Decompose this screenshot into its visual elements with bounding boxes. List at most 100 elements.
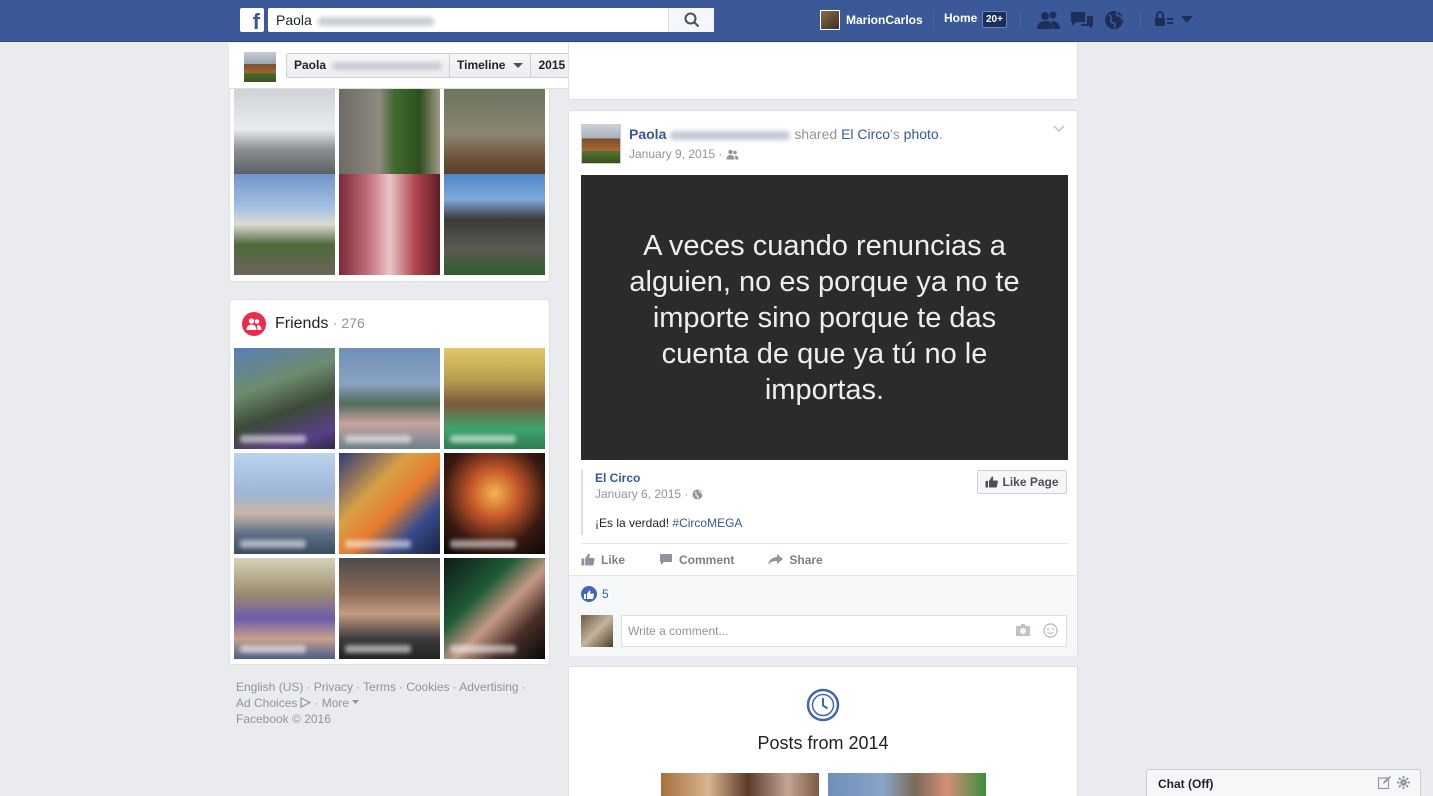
year-photo-thumbnail[interactable] — [661, 773, 819, 796]
footer-link-ad-choices[interactable]: Ad Choices — [236, 696, 297, 710]
privacy-shortcuts-icon[interactable] — [1154, 10, 1174, 30]
hashtag-link[interactable]: #CircoMEGA — [672, 516, 742, 530]
comment-icon — [660, 554, 673, 565]
comment-button[interactable]: Comment — [659, 553, 734, 567]
breadcrumb-year-label: 2015 — [538, 58, 566, 72]
chat-sidebar-bar[interactable]: Chat (Off) — [1146, 769, 1421, 796]
home-notification-badge: 20+ — [982, 11, 1007, 28]
comment-input-tools — [1015, 623, 1058, 638]
shared-post-date[interactable]: January 6, 2015 — [595, 487, 681, 501]
like-page-label: Like Page — [1002, 475, 1059, 489]
footer-link-privacy[interactable]: Privacy — [314, 680, 353, 694]
divider — [1020, 12, 1021, 28]
year-photo-thumbnail[interactable] — [828, 773, 986, 796]
shared-date-row: January 6, 2015 · — [595, 487, 703, 501]
shared-page-link[interactable]: El Circo — [595, 471, 640, 485]
shared-photo-quote-text: A veces cuando renuncias a alguien, no e… — [629, 229, 1020, 406]
chat-tools — [1378, 776, 1410, 789]
friends-count: · 276 — [332, 315, 365, 331]
friend-name-blurred — [345, 540, 411, 548]
footer-link-more[interactable]: More — [322, 696, 349, 710]
friend-name-blurred — [450, 435, 516, 443]
friend-name-blurred — [450, 540, 516, 548]
post-timestamp[interactable]: January 9, 2015 — [629, 147, 715, 161]
profile-link[interactable]: MarionCarlos — [820, 9, 923, 31]
photo-thumbnail[interactable] — [444, 174, 545, 275]
friend-requests-icon[interactable] — [1037, 10, 1061, 30]
comment-input[interactable]: Write a comment... — [621, 615, 1067, 647]
search-input-value: Paola — [276, 12, 312, 28]
thumbs-up-icon — [985, 476, 999, 488]
friends-title-text: Friends — [275, 315, 329, 332]
search-button[interactable] — [668, 8, 714, 32]
clock-icon — [806, 688, 840, 722]
post-photo-link[interactable]: photo — [904, 126, 939, 142]
compose-icon[interactable] — [1378, 776, 1391, 789]
friend-tile[interactable] — [444, 453, 545, 554]
breadcrumb-blurred-surname — [332, 61, 443, 70]
photo-thumbnail[interactable] — [339, 174, 440, 275]
footer-link-cookies[interactable]: Cookies — [406, 680, 449, 694]
search-blurred-text — [317, 16, 434, 26]
like-button[interactable]: Like — [581, 553, 625, 567]
thumbs-up-icon — [581, 553, 595, 566]
friend-tile[interactable] — [444, 348, 545, 449]
chat-status-label: Chat (Off) — [1158, 777, 1214, 791]
post-options-chevron-icon[interactable] — [1053, 125, 1065, 133]
friends-audience-icon[interactable] — [726, 149, 739, 160]
share-arrow-icon — [768, 553, 784, 565]
divider — [1140, 12, 1141, 28]
page-footer: English (US) · Privacy · Terms · Cookies · A… — [236, 679, 536, 727]
gear-icon[interactable] — [1397, 776, 1410, 789]
footer-link-language[interactable]: English (US) — [236, 680, 303, 694]
avatar[interactable] — [581, 124, 621, 164]
breadcrumb-timeline-dropdown[interactable]: Timeline — [450, 54, 532, 77]
friend-tile[interactable] — [339, 453, 440, 554]
share-button[interactable]: Share — [768, 553, 823, 567]
friends-card: Friends · 276 — [229, 299, 550, 665]
friend-name-blurred — [240, 645, 306, 653]
profile-thumbnail[interactable] — [244, 52, 276, 82]
search-input[interactable]: Paola — [268, 8, 714, 32]
breadcrumb-profile-name[interactable]: Paola — [287, 54, 451, 77]
shared-caption-text: ¡Es la verdad! — [595, 516, 670, 530]
friend-tile[interactable] — [234, 453, 335, 554]
profile-name: MarionCarlos — [846, 13, 923, 27]
photo-thumbnail[interactable] — [234, 174, 335, 275]
friends-icon — [242, 312, 266, 336]
friend-name-blurred — [240, 435, 306, 443]
facebook-logo-icon[interactable]: f — [240, 8, 264, 32]
like-count[interactable]: 5 — [581, 586, 609, 602]
messages-icon[interactable] — [1070, 10, 1094, 30]
breadcrumb-name-text: Paola — [294, 58, 327, 72]
year-section-title: Posts from 2014 — [757, 733, 889, 753]
friend-tile[interactable] — [339, 348, 440, 449]
home-link[interactable]: Home — [944, 11, 977, 25]
post-timestamp-row: January 9, 2015 · — [629, 147, 739, 161]
notifications-globe-icon[interactable] — [1104, 10, 1124, 30]
friend-tile[interactable] — [339, 558, 440, 659]
footer-link-terms[interactable]: Terms — [363, 680, 396, 694]
comment-button-label: Comment — [679, 552, 735, 567]
post-shared-page-link[interactable]: El Circo — [841, 126, 890, 142]
like-page-button[interactable]: Like Page — [977, 470, 1067, 494]
friends-heading[interactable]: Friends · 276 — [275, 315, 365, 333]
account-menu-caret-icon[interactable] — [1181, 16, 1193, 24]
post-author-link[interactable]: Paola — [629, 126, 666, 142]
friend-tile[interactable] — [444, 558, 545, 659]
breadcrumb-timeline-label: Timeline — [457, 58, 506, 72]
ad-choices-icon — [300, 697, 312, 708]
friend-tile[interactable] — [234, 348, 335, 449]
like-button-label: Like — [601, 552, 626, 567]
footer-link-advertising[interactable]: Advertising — [459, 680, 518, 694]
public-globe-icon — [692, 489, 703, 499]
timeline-breadcrumb: Paola Timeline 2015 — [286, 53, 592, 78]
chevron-down-icon — [513, 63, 524, 68]
camera-icon[interactable] — [1015, 623, 1031, 637]
shared-post-caption: ¡Es la verdad! #CircoMEGA — [595, 516, 742, 530]
emoji-icon[interactable] — [1043, 623, 1058, 638]
timeline-post: Paola shared El Circo's photo. January 9,… — [568, 110, 1078, 656]
shared-photo[interactable]: A veces cuando renuncias a alguien, no e… — [581, 175, 1068, 460]
post-possessive: 's — [890, 126, 900, 142]
friend-tile[interactable] — [234, 558, 335, 659]
